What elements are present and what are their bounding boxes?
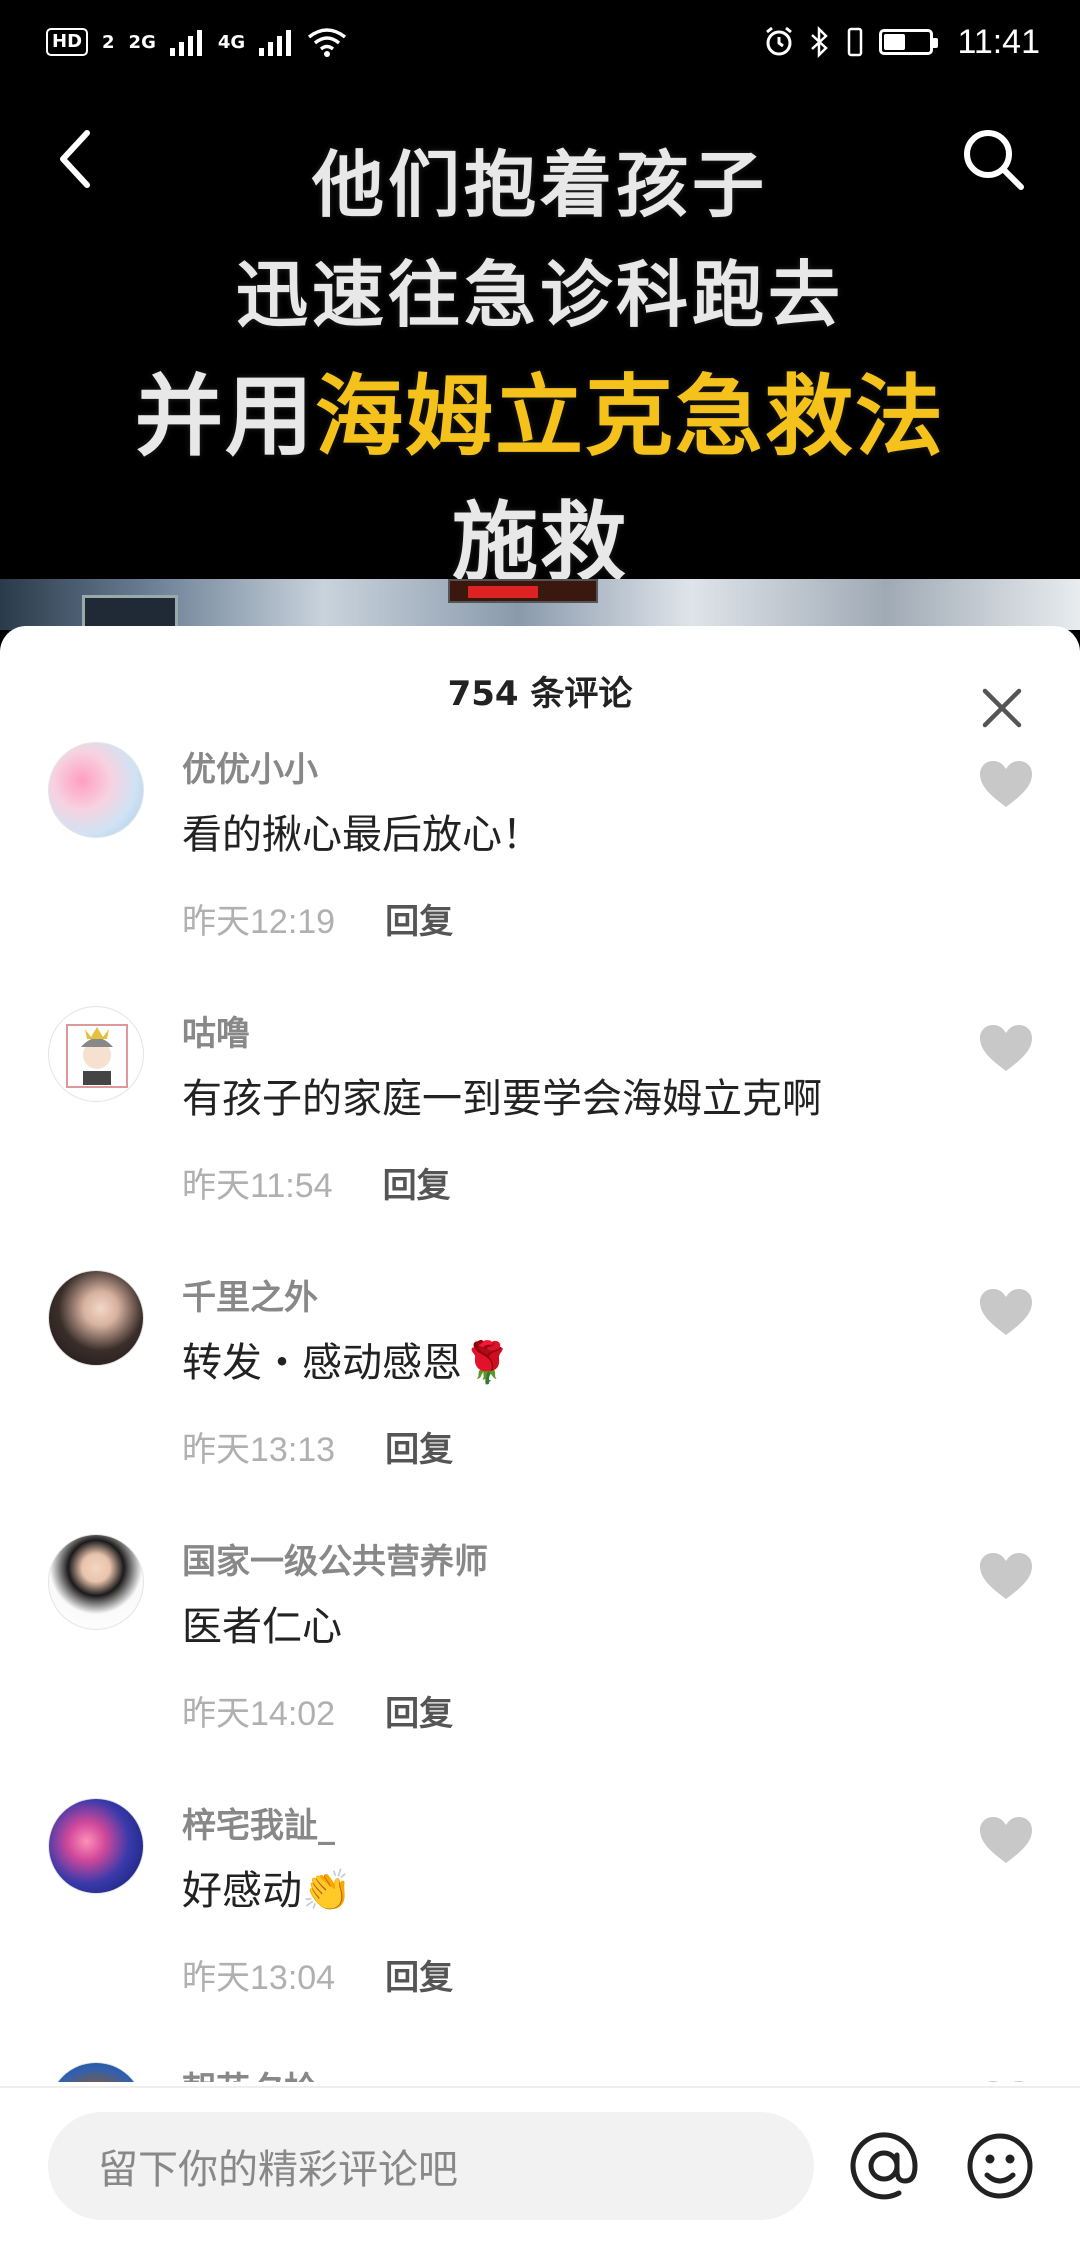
avatar[interactable]	[48, 2062, 144, 2082]
battery-icon	[879, 29, 939, 55]
like-button[interactable]	[976, 756, 1036, 812]
like-button[interactable]	[976, 1284, 1036, 1340]
status-left: HD 2 2G 4G	[46, 27, 347, 57]
comment-time: 昨天13:13	[182, 1431, 336, 1469]
caption-line3-plain: 并用	[134, 365, 315, 468]
comment-time: 昨天14:02	[182, 1695, 336, 1733]
network-type-2: 4G	[217, 31, 246, 53]
status-right: 11:41	[763, 23, 1040, 62]
comment-username[interactable]: 咕噜	[182, 1006, 250, 1055]
caption-line3-highlight: 海姆立克急救法	[315, 365, 946, 468]
bluetooth-icon	[811, 26, 829, 58]
video-player[interactable]: 他们抱着孩子 迅速往急诊科跑去 并用海姆立克急救法 施救	[0, 84, 1080, 630]
video-caption-line1: 他们抱着孩子	[311, 143, 768, 227]
comment-text[interactable]: 好感动👏	[182, 1858, 352, 1916]
signal-icon	[169, 30, 202, 56]
comment-meta: 昨天12:19 回复	[182, 894, 453, 943]
led-sign	[448, 579, 598, 603]
heart-icon	[980, 1289, 1032, 1335]
avatar[interactable]	[48, 742, 144, 838]
comment-item: 国家一级公共营养师 医者仁心 昨天14:02 回复	[0, 1534, 1080, 1798]
signal-icon	[259, 30, 292, 56]
video-frame-image	[0, 579, 1080, 630]
comment-time: 昨天12:19	[182, 903, 336, 941]
avatar[interactable]	[48, 1006, 144, 1102]
heart-icon	[980, 761, 1032, 807]
reply-button[interactable]: 回复	[385, 894, 453, 943]
reply-button[interactable]: 回复	[383, 1158, 451, 1207]
emoji-button[interactable]	[952, 2118, 1048, 2214]
comment-input[interactable]: 留下你的精彩评论吧	[48, 2112, 814, 2220]
comment-username[interactable]: 朝花夕拾	[182, 2062, 318, 2082]
video-caption-line2: 迅速往急诊科跑去	[235, 253, 844, 337]
close-button[interactable]	[964, 670, 1040, 746]
emoji-icon	[967, 2133, 1033, 2199]
sim-index: 2	[102, 31, 115, 53]
wifi-icon	[308, 28, 347, 57]
avatar[interactable]	[48, 1534, 144, 1630]
heart-icon	[987, 2081, 1025, 2082]
comment-time: 昨天13:04	[182, 1959, 336, 1997]
comment-username[interactable]: 优优小小	[182, 742, 318, 791]
alarm-icon	[766, 26, 793, 56]
vibrate-icon	[848, 27, 863, 57]
video-caption-line3: 并用海姆立克急救法	[0, 346, 1080, 473]
comment-time: 昨天11:54	[182, 1167, 333, 1205]
heart-icon	[980, 1025, 1032, 1071]
close-icon	[982, 688, 1022, 728]
clock: 11:41	[957, 22, 1040, 61]
like-button[interactable]	[976, 2076, 1036, 2082]
comment-username[interactable]: 国家一级公共营养师	[182, 1534, 488, 1583]
comment-list[interactable]: 优优小小 看的揪心最后放心！ 昨天12:19 回复 咕噜 有孩子的家庭一到要学会…	[0, 742, 1080, 2082]
back-arrow-icon	[60, 130, 90, 188]
comment-item: 千里之外 转发・感动感恩🌹 昨天13:13 回复	[0, 1270, 1080, 1534]
search-icon	[964, 130, 1024, 190]
comment-input-bar: 留下你的精彩评论吧	[0, 2086, 1080, 2244]
comment-meta: 昨天14:02 回复	[182, 1686, 453, 1735]
comment-text[interactable]: 看的揪心最后放心！	[182, 802, 542, 860]
comment-username[interactable]: 梓宅我訨_	[182, 1798, 335, 1847]
comment-text[interactable]: 转发・感动感恩🌹	[182, 1330, 512, 1388]
comments-sheet: 754 条评论 优优小小 看的揪心最后放心！ 昨天12:19 回复 咕噜 有孩子…	[0, 626, 1080, 2244]
heart-icon	[980, 1817, 1032, 1863]
comment-meta: 昨天11:54 回复	[182, 1158, 451, 1207]
hd-icon: HD	[46, 28, 89, 56]
comment-text[interactable]: 医者仁心	[182, 1594, 342, 1652]
reply-button[interactable]: 回复	[385, 1422, 453, 1471]
status-bar: HD 2 2G 4G 11:41	[0, 0, 1080, 84]
comment-item: 梓宅我訨_ 好感动👏 昨天13:04 回复	[0, 1798, 1080, 2062]
reply-button[interactable]: 回复	[385, 1686, 453, 1735]
comment-meta: 昨天13:04 回复	[182, 1950, 453, 1999]
comment-meta: 昨天13:13 回复	[182, 1422, 453, 1471]
like-button[interactable]	[976, 1548, 1036, 1604]
comment-input-placeholder: 留下你的精彩评论吧	[98, 2147, 458, 2193]
search-button[interactable]	[948, 114, 1038, 204]
like-button[interactable]	[976, 1020, 1036, 1076]
back-button[interactable]	[40, 114, 110, 204]
comment-text[interactable]: 有孩子的家庭一到要学会海姆立克啊	[182, 1066, 822, 1124]
battery-level	[884, 34, 906, 50]
avatar[interactable]	[48, 1798, 144, 1894]
comment-item: 优优小小 看的揪心最后放心！ 昨天12:19 回复	[0, 742, 1080, 1006]
avatar[interactable]	[48, 1270, 144, 1366]
network-type-1: 2G	[128, 31, 156, 53]
at-icon	[850, 2132, 918, 2200]
comment-item: 朝花夕拾	[0, 2062, 1080, 2082]
comments-count-title: 754 条评论	[447, 674, 633, 714]
mention-button[interactable]	[836, 2118, 932, 2214]
avatar-drawing	[66, 1024, 128, 1088]
comment-item: 咕噜 有孩子的家庭一到要学会海姆立克啊 昨天11:54 回复	[0, 1006, 1080, 1270]
door	[82, 595, 178, 630]
heart-icon	[980, 1553, 1032, 1599]
reply-button[interactable]: 回复	[385, 1950, 453, 1999]
comment-username[interactable]: 千里之外	[182, 1270, 318, 1319]
like-button[interactable]	[976, 1812, 1036, 1868]
